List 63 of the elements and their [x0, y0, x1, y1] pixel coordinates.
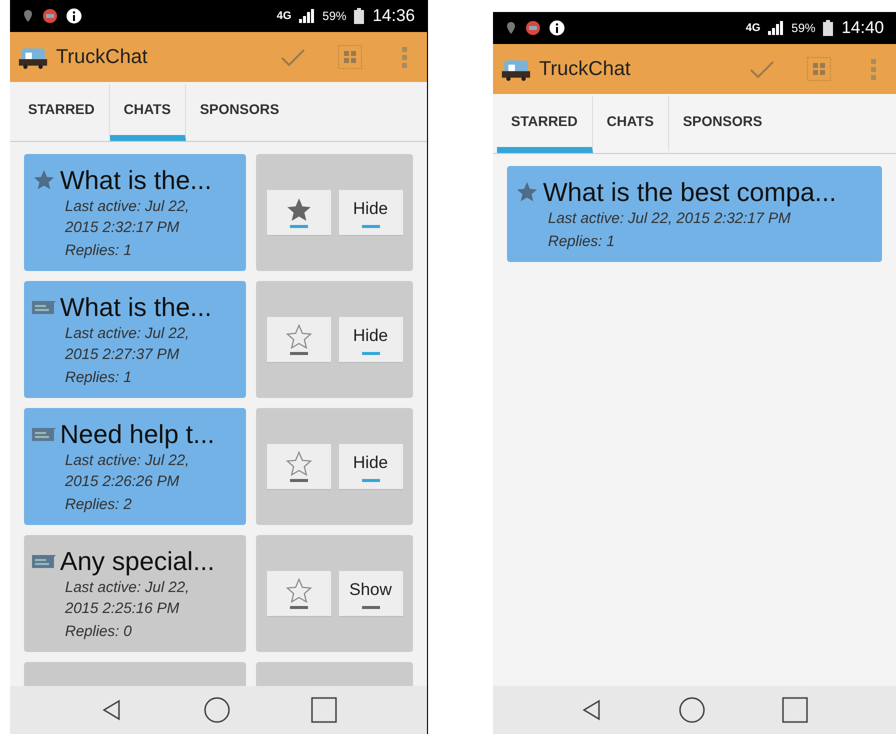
visibility-button[interactable]: Hide [338, 316, 402, 362]
battery-icon [823, 20, 834, 36]
home-icon[interactable] [204, 697, 230, 723]
recents-icon[interactable] [310, 697, 336, 723]
grid-icon[interactable] [807, 57, 831, 81]
star-icon [284, 196, 312, 224]
network-label: 4G [746, 22, 760, 34]
back-icon[interactable] [100, 699, 122, 721]
replies-count: Replies: 2 [65, 495, 133, 515]
location-pin-icon [22, 9, 34, 23]
star-toggle-button[interactable] [266, 444, 330, 490]
tab[interactable]: CHATS [110, 84, 186, 141]
thread-title: What is the... [60, 291, 212, 323]
thread-title: Any special... [60, 545, 215, 577]
last-active-text: Last active: Jul 22, 2015 2:32:17 PM [65, 197, 190, 238]
star-toggle-button[interactable] [266, 190, 330, 236]
info-icon [549, 20, 565, 36]
visibility-button[interactable]: Show [338, 570, 402, 616]
info-icon [66, 8, 82, 24]
app-notification-icon [42, 8, 58, 24]
visibility-button[interactable]: Hide [338, 190, 402, 236]
battery-icon [354, 8, 364, 24]
clock-time: 14:40 [841, 17, 884, 40]
star-outline-icon [284, 450, 312, 478]
thread-title: What is the best compa... [543, 176, 836, 208]
app-title: TruckChat [539, 57, 632, 82]
star-toggle-button[interactable] [266, 570, 330, 616]
last-active-text: Last active: Jul 22, 2015 2:26:26 PM [65, 451, 190, 492]
thread-title: Need help t... [60, 418, 215, 450]
replies-count: Replies: 1 [548, 232, 616, 252]
star-outline-icon [284, 323, 312, 351]
replies-count: Replies: 1 [65, 368, 133, 388]
visibility-button[interactable]: Hide [338, 444, 402, 490]
replies-count: Replies: 1 [65, 241, 133, 261]
replies-count: Replies: 0 [65, 622, 133, 642]
thread-card[interactable]: Any special... Last active: Jul 22, 2015 2:25:16 PM Replies: 0 [24, 535, 246, 652]
thread-card[interactable]: What is the... Last active: Jul 22, 2015 2:32:17 PM Replies: 1 [24, 154, 246, 271]
recents-icon[interactable] [782, 697, 808, 723]
last-active-text: Last active: Jul 22, 2015 2:27:37 PM [65, 324, 190, 365]
app-title: TruckChat [56, 45, 149, 70]
signal-icon [768, 21, 784, 35]
clock-time: 14:36 [372, 5, 415, 28]
grid-icon[interactable] [338, 45, 362, 69]
signal-icon [299, 9, 314, 23]
thread-card[interactable]: What is the best compa... Last active: Jul 22, 2015 2:32:17 PM Replies: 1 [507, 166, 882, 262]
battery-percent: 59% [322, 8, 346, 25]
thread-card[interactable]: What is the... Last active: Jul 22, 2015 2:27:37 PM Replies: 1 [24, 281, 246, 398]
thread-title: What is the... [60, 164, 212, 196]
tab[interactable]: STARRED [14, 84, 110, 141]
tab[interactable]: CHATS [592, 96, 669, 153]
network-label: 4G [276, 10, 292, 22]
tab[interactable]: SPONSORS [668, 96, 776, 153]
star-toggle-button[interactable] [266, 316, 330, 362]
thread-card[interactable]: Need help t... Last active: Jul 22, 2015 2:26:26 PM Replies: 2 [24, 408, 246, 525]
app-notification-icon [525, 20, 541, 36]
star-outline-icon [284, 577, 312, 605]
tab[interactable]: STARRED [497, 96, 593, 153]
tab[interactable]: SPONSORS [186, 84, 294, 141]
battery-percent: 59% [791, 20, 816, 37]
last-active-text: Last active: Jul 22, 2015 2:25:16 PM [65, 578, 190, 619]
last-active-text: Last active: Jul 22, 2015 2:32:17 PM [548, 209, 792, 229]
home-icon[interactable] [679, 697, 706, 723]
location-pin-icon [505, 21, 517, 35]
